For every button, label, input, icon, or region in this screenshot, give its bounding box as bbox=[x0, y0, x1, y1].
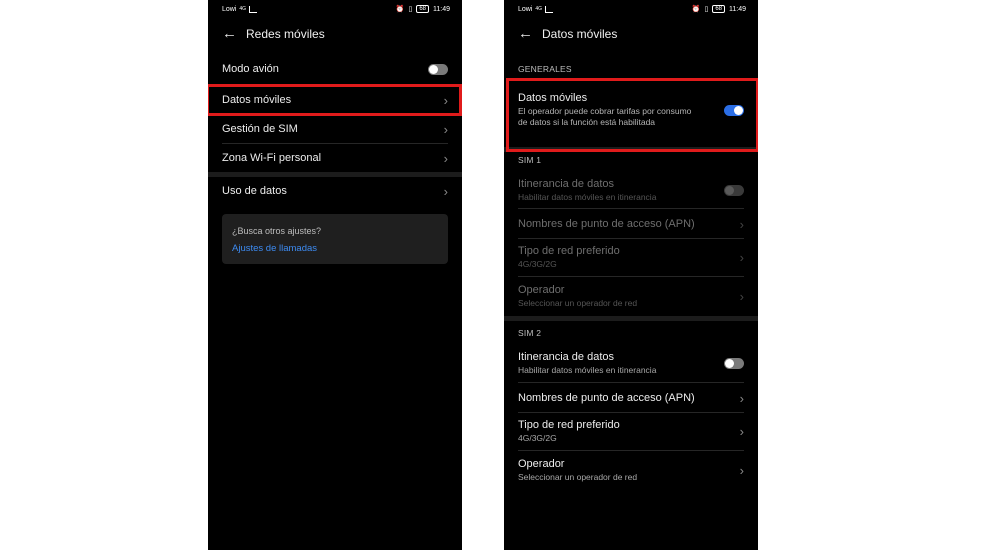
modo-avion-toggle[interactable] bbox=[428, 63, 448, 75]
setting-label: Gestión de SIM bbox=[222, 123, 298, 135]
setting-label: Modo avión bbox=[222, 63, 279, 75]
alarm-icon: ⏰ bbox=[395, 6, 405, 13]
chevron-right-icon: › bbox=[739, 216, 744, 232]
sim1-itinerancia-toggle bbox=[724, 184, 744, 196]
clock: 11:49 bbox=[729, 5, 746, 13]
sim1-tipo-red: Tipo de red preferido 4G/3G/2G › bbox=[518, 243, 744, 271]
clock: 11:49 bbox=[433, 5, 450, 13]
setting-sub: 4G/3G/2G bbox=[518, 433, 557, 443]
sim2-apn[interactable]: Nombres de punto de acceso (APN) › bbox=[518, 389, 744, 407]
setting-label: Tipo de red preferido bbox=[518, 245, 620, 257]
setting-uso-datos[interactable]: Uso de datos › bbox=[222, 182, 448, 200]
divider bbox=[518, 382, 744, 383]
section-header-generales: GENERALES bbox=[518, 64, 572, 74]
battery-icon: 68 bbox=[416, 5, 429, 13]
chevron-right-icon: › bbox=[739, 462, 744, 478]
carrier-label: Lowi bbox=[222, 5, 237, 13]
setting-label: Operador bbox=[518, 458, 565, 470]
app-header: ← Redes móviles bbox=[222, 24, 448, 44]
setting-gestion-sim[interactable]: Gestión de SIM › bbox=[222, 120, 448, 138]
phone-screen-redes-moviles: Lowi 4G ⏰ ▯ 68 11:49 ← Redes móviles Mod… bbox=[208, 0, 462, 550]
page-title: Datos móviles bbox=[542, 27, 618, 41]
app-header: ← Datos móviles bbox=[518, 24, 744, 44]
sim2-itinerancia-toggle[interactable] bbox=[724, 357, 744, 369]
setting-sub: 4G/3G/2G bbox=[518, 259, 557, 269]
chevron-right-icon: › bbox=[739, 288, 744, 304]
section-separator bbox=[208, 172, 462, 177]
divider bbox=[518, 276, 744, 277]
alarm-icon: ⏰ bbox=[691, 6, 701, 13]
setting-label: Nombres de punto de acceso (APN) bbox=[518, 392, 695, 404]
signal-icon bbox=[545, 5, 554, 13]
highlight-box bbox=[208, 84, 462, 116]
setting-label: Zona Wi-Fi personal bbox=[222, 152, 322, 164]
sim1-apn: Nombres de punto de acceso (APN) › bbox=[518, 215, 744, 233]
ajustes-llamadas-link[interactable]: Ajustes de llamadas bbox=[232, 243, 317, 254]
highlight-box bbox=[506, 78, 758, 152]
battery-icon: 68 bbox=[712, 5, 725, 13]
vibrate-icon: ▯ bbox=[704, 6, 709, 13]
chevron-right-icon: › bbox=[443, 121, 448, 137]
status-bar: Lowi 4G ⏰ ▯ 68 11:49 bbox=[222, 4, 450, 14]
setting-label: Uso de datos bbox=[222, 185, 287, 197]
vibrate-icon: ▯ bbox=[408, 6, 413, 13]
section-header-sim1: SIM 1 bbox=[518, 155, 542, 165]
section-header-sim2: SIM 2 bbox=[518, 328, 542, 338]
sim2-itinerancia[interactable]: Itinerancia de datos Habilitar datos móv… bbox=[518, 349, 744, 377]
status-bar: Lowi 4G ⏰ ▯ 68 11:49 bbox=[518, 4, 746, 14]
back-arrow-icon[interactable]: ← bbox=[222, 24, 242, 44]
chevron-right-icon: › bbox=[739, 249, 744, 265]
carrier-label: Lowi bbox=[518, 5, 533, 13]
phone-screen-datos-moviles: Lowi 4G ⏰ ▯ 68 11:49 ← Datos móviles GEN… bbox=[504, 0, 758, 550]
chevron-right-icon: › bbox=[443, 150, 448, 166]
divider bbox=[222, 143, 448, 144]
chevron-right-icon: › bbox=[739, 423, 744, 439]
setting-label: Itinerancia de datos bbox=[518, 351, 615, 363]
signal-icon bbox=[249, 5, 258, 13]
suggestion-question: ¿Busca otros ajustes? bbox=[232, 226, 322, 236]
sim2-operador[interactable]: Operador Seleccionar un operador de red … bbox=[518, 456, 744, 484]
setting-label: Itinerancia de datos bbox=[518, 178, 615, 190]
page-title: Redes móviles bbox=[246, 27, 325, 41]
section-separator bbox=[504, 316, 758, 321]
chevron-right-icon: › bbox=[739, 390, 744, 406]
setting-label: Tipo de red preferido bbox=[518, 419, 620, 431]
setting-sub: Habilitar datos móviles en itinerancia bbox=[518, 192, 657, 202]
divider bbox=[518, 450, 744, 451]
setting-sub: Seleccionar un operador de red bbox=[518, 472, 638, 482]
back-arrow-icon[interactable]: ← bbox=[518, 24, 538, 44]
chevron-right-icon: › bbox=[443, 183, 448, 199]
sim1-operador: Operador Seleccionar un operador de red … bbox=[518, 282, 744, 310]
setting-sub: Seleccionar un operador de red bbox=[518, 298, 638, 308]
divider bbox=[518, 208, 744, 209]
sim1-itinerancia: Itinerancia de datos Habilitar datos móv… bbox=[518, 176, 744, 204]
divider bbox=[518, 238, 744, 239]
setting-label: Nombres de punto de acceso (APN) bbox=[518, 218, 695, 230]
suggestion-card: ¿Busca otros ajustes? Ajustes de llamada… bbox=[222, 214, 448, 264]
setting-label: Operador bbox=[518, 284, 565, 296]
setting-zona-wifi[interactable]: Zona Wi-Fi personal › bbox=[222, 149, 448, 167]
setting-modo-avion[interactable]: Modo avión bbox=[222, 60, 448, 78]
sim2-tipo-red[interactable]: Tipo de red preferido 4G/3G/2G › bbox=[518, 417, 744, 445]
divider bbox=[518, 412, 744, 413]
network-label: 4G bbox=[535, 6, 543, 12]
setting-sub: Habilitar datos móviles en itinerancia bbox=[518, 365, 657, 375]
network-label: 4G bbox=[239, 6, 247, 12]
